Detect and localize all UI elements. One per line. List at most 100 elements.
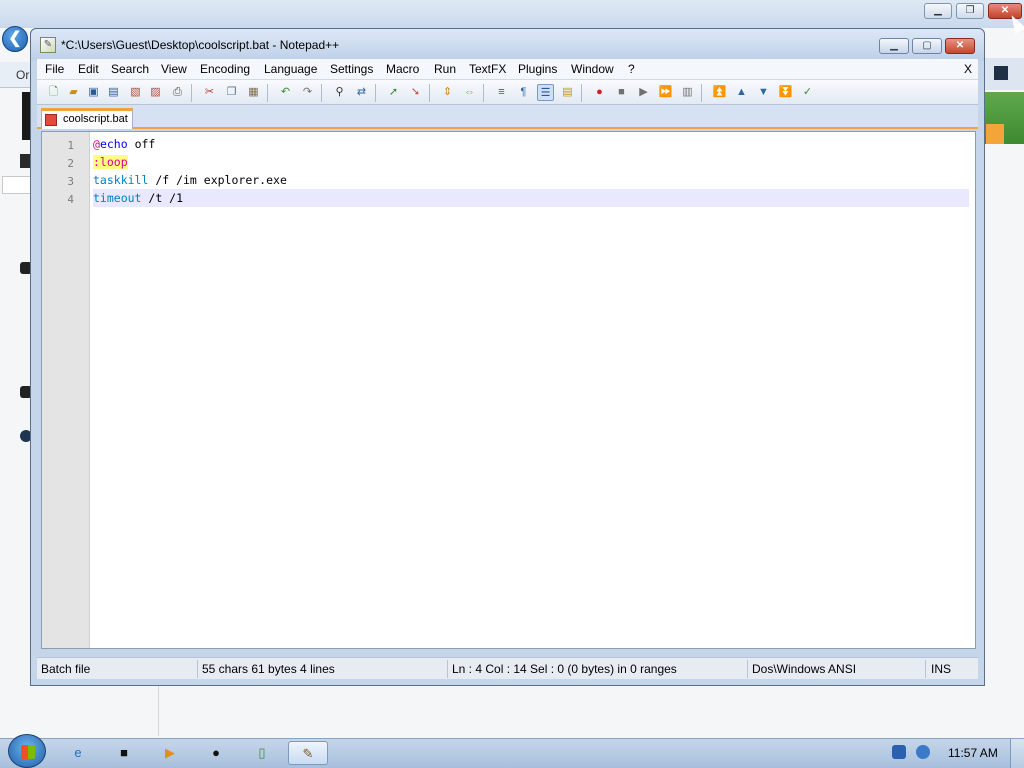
window-title: *C:\Users\Guest\Desktop\coolscript.bat -… — [61, 38, 340, 52]
network-icon[interactable] — [892, 745, 906, 759]
line-number: 1 — [67, 139, 74, 152]
indent-guide-icon[interactable]: ☰ — [537, 84, 554, 101]
status-language: Batch file — [41, 662, 91, 676]
status-insert-mode: INS — [931, 662, 952, 676]
save-icon[interactable]: ▣ — [85, 84, 102, 101]
fold-all-icon[interactable]: ⏫ — [711, 84, 728, 101]
code-token-args: off — [127, 137, 156, 151]
file-icon[interactable]: ▯ — [242, 741, 282, 765]
code-token-args: /t /1 — [141, 191, 184, 205]
tab-coolscript[interactable]: coolscript.bat — [41, 108, 133, 129]
zoom-in-icon[interactable]: ➚ — [385, 84, 402, 101]
code-line-current[interactable]: timeout /t /1 — [93, 189, 969, 207]
stop-macro-icon[interactable]: ■ — [613, 84, 630, 101]
background-restore-button[interactable]: ❐ — [956, 3, 984, 19]
undo-icon[interactable]: ↶ — [277, 84, 294, 101]
find-icon[interactable]: ⚲ — [331, 84, 348, 101]
expand-icon[interactable]: ▼ — [755, 84, 772, 101]
background-divider — [158, 686, 159, 736]
menu-help[interactable]: ? — [628, 62, 635, 76]
code-line[interactable]: @echo off — [93, 135, 155, 153]
status-encoding: Dos\Windows ANSI — [752, 662, 857, 676]
background-input[interactable] — [2, 176, 32, 194]
line-number: 2 — [67, 157, 74, 170]
code-line[interactable]: :loop — [93, 153, 128, 171]
code-token-command: echo — [99, 137, 128, 151]
toolbar-separator — [321, 84, 322, 102]
toolbar-separator — [375, 84, 376, 102]
save-all-icon[interactable]: ▤ — [105, 84, 122, 101]
copy-icon[interactable]: ❐ — [223, 84, 240, 101]
toolbar-separator — [581, 84, 582, 102]
status-position: Ln : 4 Col : 14 Sel : 0 (0 bytes) in 0 r… — [452, 662, 677, 676]
line-number: 4 — [67, 193, 74, 206]
close-button[interactable]: ✕ — [945, 38, 975, 54]
line-number: 3 — [67, 175, 74, 188]
code-token-args: /f /im explorer.exe — [148, 173, 287, 187]
notepadpp-window: ✎ *C:\Users\Guest\Desktop\coolscript.bat… — [30, 28, 985, 686]
replace-icon[interactable]: ⇄ — [353, 84, 370, 101]
menu-plugins[interactable]: Plugins — [518, 62, 557, 76]
unfold-all-icon[interactable]: ⏬ — [777, 84, 794, 101]
toolbar-separator — [701, 84, 702, 102]
menu-settings[interactable]: Settings — [330, 62, 373, 76]
print-icon[interactable]: ⎙ — [169, 84, 186, 101]
editor-area[interactable]: 1 2 3 4 @echo off :loop taskkill /f /im … — [41, 131, 976, 649]
code-token-label: :loop — [93, 155, 128, 169]
open-file-icon[interactable]: ▰ — [65, 84, 82, 101]
menu-search[interactable]: Search — [111, 62, 149, 76]
menu-language[interactable]: Language — [264, 62, 317, 76]
doc-map-icon[interactable]: ▤ — [559, 84, 576, 101]
play-macro-icon[interactable]: ▶ — [635, 84, 652, 101]
menu-encoding[interactable]: Encoding — [200, 62, 250, 76]
new-file-icon[interactable]: 🗋 — [45, 84, 62, 101]
toolbar-separator — [267, 84, 268, 102]
record-macro-icon[interactable]: ● — [591, 84, 608, 101]
maximize-button[interactable]: ▢ — [912, 38, 942, 54]
status-separator — [747, 660, 748, 678]
show-desktop-button[interactable] — [1010, 739, 1024, 768]
cut-icon[interactable]: ✂ — [201, 84, 218, 101]
app-cube-icon[interactable]: ■ — [104, 741, 144, 765]
notepadpp-task-icon[interactable]: ✎ — [288, 741, 328, 765]
internet-explorer-icon[interactable]: e — [58, 741, 98, 765]
menu-bar: File Edit Search View Encoding Language … — [37, 59, 978, 79]
menu-macro[interactable]: Macro — [386, 62, 419, 76]
save-macro-icon[interactable]: ▥ — [679, 84, 696, 101]
taskbar-clock[interactable]: 11:57 AM — [948, 746, 998, 760]
show-all-chars-icon[interactable]: ¶ — [515, 84, 532, 101]
unsaved-file-icon — [45, 114, 57, 126]
menu-file[interactable]: File — [45, 62, 64, 76]
redo-icon[interactable]: ↷ — [299, 84, 316, 101]
menu-view[interactable]: View — [161, 62, 187, 76]
minimize-button[interactable]: ▁ — [879, 38, 909, 54]
menu-edit[interactable]: Edit — [78, 62, 99, 76]
sync-horizontal-icon[interactable]: ⇔ — [461, 84, 478, 101]
start-button[interactable] — [8, 734, 46, 768]
background-app-icon[interactable] — [994, 66, 1008, 80]
collapse-icon[interactable]: ▲ — [733, 84, 750, 101]
status-separator — [925, 660, 926, 678]
spell-check-icon[interactable]: ✓ — [799, 84, 816, 101]
close-icon[interactable]: ▧ — [127, 84, 144, 101]
app-sphere-icon[interactable]: ● — [196, 741, 236, 765]
close-document-button[interactable]: X — [964, 62, 972, 76]
paste-icon[interactable]: ▦ — [245, 84, 262, 101]
menu-textfx[interactable]: TextFX — [469, 62, 506, 76]
word-wrap-icon[interactable]: ≡ — [493, 84, 510, 101]
code-line[interactable]: taskkill /f /im explorer.exe — [93, 171, 287, 189]
run-macro-multiple-icon[interactable]: ⏩ — [657, 84, 674, 101]
back-arrow-icon[interactable]: ❮ — [2, 26, 28, 52]
volume-icon[interactable] — [916, 745, 930, 759]
window-titlebar[interactable]: ✎ *C:\Users\Guest\Desktop\coolscript.bat… — [31, 29, 984, 61]
close-all-icon[interactable]: ▨ — [147, 84, 164, 101]
background-minimize-button[interactable]: ▁ — [924, 3, 952, 19]
sync-vertical-icon[interactable]: ⇕ — [439, 84, 456, 101]
media-player-icon[interactable]: ▶ — [150, 741, 190, 765]
zoom-out-icon[interactable]: ➘ — [407, 84, 424, 101]
menu-window[interactable]: Window — [571, 62, 614, 76]
background-banner-accent — [986, 124, 1004, 144]
menu-run[interactable]: Run — [434, 62, 456, 76]
code-token-keyword: taskkill — [93, 173, 149, 187]
code-token-keyword: timeout — [93, 191, 142, 205]
